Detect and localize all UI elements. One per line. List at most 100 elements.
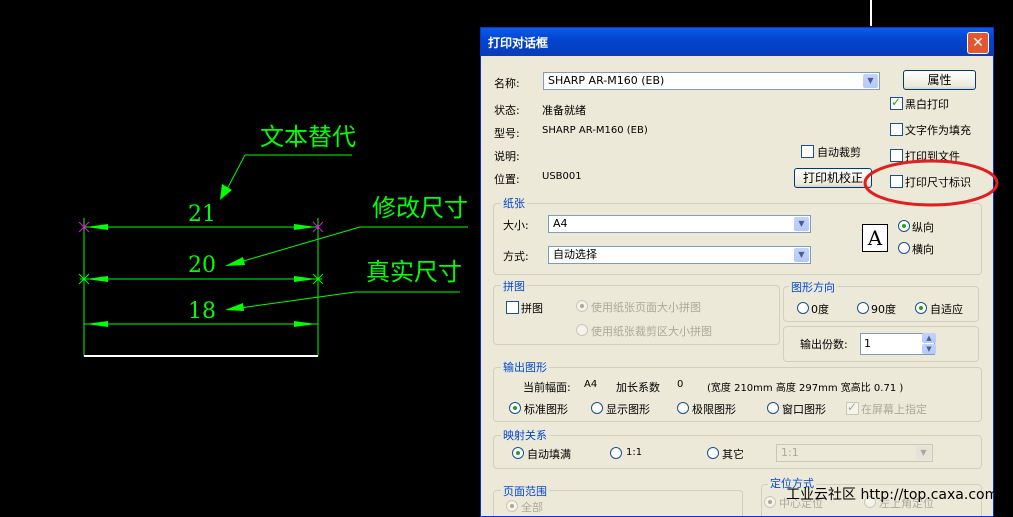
- paper-group-title: 纸张: [501, 195, 527, 211]
- leader-text-replace-arrow: [220, 184, 232, 200]
- on-screen-label: 在屏幕上指定: [861, 403, 927, 416]
- location-label: 位置:: [494, 173, 520, 186]
- standard-graphic-radio[interactable]: [509, 402, 521, 414]
- limit-graphic-radio[interactable]: [677, 402, 689, 414]
- black-white-checkbox[interactable]: [890, 95, 903, 110]
- on-screen-checkbox[interactable]: [846, 400, 859, 415]
- portrait-label: 纵向: [912, 221, 934, 234]
- label-modify-dim: 修改尺寸: [372, 194, 468, 222]
- landscape-radio[interactable]: [898, 242, 910, 254]
- orient-adaptive-label: 自适应: [930, 303, 963, 316]
- dialog-title: 打印对话框: [488, 36, 549, 50]
- paper-mode-label: 方式:: [503, 250, 529, 263]
- arrow-3l: [86, 321, 108, 327]
- orient-0-radio[interactable]: [797, 302, 809, 314]
- arrow-1r: [294, 224, 316, 230]
- paper-orientation-icon: A: [862, 224, 888, 252]
- auto-fill-label: 自动填满: [527, 448, 571, 461]
- arrow-1l: [86, 224, 108, 230]
- paper-mode-value: 自动选择: [553, 248, 597, 261]
- tile-group-title: 拼图: [501, 278, 527, 294]
- mapping-group-title: 映射关系: [501, 427, 549, 443]
- center-position-radio[interactable]: [764, 496, 776, 508]
- highlight-ellipse: [863, 159, 999, 207]
- close-icon[interactable]: ✕: [967, 32, 989, 54]
- landscape-label: 横向: [912, 243, 934, 256]
- orient-adaptive-radio[interactable]: [915, 302, 927, 314]
- model-label: 型号:: [494, 127, 520, 140]
- standard-graphic-label: 标准图形: [524, 403, 568, 416]
- paper-mode-select[interactable]: 自动选择 ▼: [548, 246, 811, 264]
- status-label: 状态:: [494, 104, 520, 117]
- location-value: USB001: [542, 171, 582, 182]
- properties-button[interactable]: 属性: [903, 70, 976, 90]
- orient-90-radio[interactable]: [857, 302, 869, 314]
- extend-factor-label: 加长系数: [616, 381, 660, 394]
- window-graphic-radio[interactable]: [767, 402, 779, 414]
- range-all-label: 全部: [521, 501, 543, 514]
- paper-detail-text: (宽度 210mm 高度 297mm 宽高比 0.71 ): [707, 383, 904, 394]
- other-scale-radio[interactable]: [707, 447, 719, 459]
- chevron-down-icon[interactable]: ▼: [794, 217, 809, 231]
- status-value: 准备就绪: [542, 104, 586, 117]
- printer-name-select[interactable]: SHARP AR-M160 (EB) ▼: [543, 72, 880, 90]
- auto-crop-checkbox[interactable]: [801, 145, 814, 158]
- orientation-group-title: 图形方向: [789, 279, 837, 295]
- current-size-label: 当前幅面:: [523, 381, 571, 394]
- watermark-text: 工业云社区 http://top.caxa.com/: [786, 487, 1003, 503]
- spin-up-icon[interactable]: ▲: [922, 333, 936, 343]
- dialog-titlebar[interactable]: 打印对话框 ✕: [481, 28, 993, 56]
- paper-size-select[interactable]: A4 ▼: [548, 215, 811, 233]
- extend-factor-value: 0: [677, 379, 684, 390]
- range-all-radio[interactable]: [506, 500, 518, 512]
- tile-page-size-label: 使用纸张页面大小拼图: [591, 301, 701, 314]
- label-text-replace: 文本替代: [260, 123, 356, 151]
- text-as-fill-checkbox[interactable]: [890, 123, 903, 136]
- dim-text-18: 18: [188, 299, 216, 324]
- page-range-group-title: 页面范围: [501, 483, 549, 499]
- current-size-value: A4: [584, 379, 598, 390]
- auto-fill-radio[interactable]: [512, 447, 524, 459]
- chevron-down-icon[interactable]: ▼: [916, 446, 931, 460]
- auto-crop-label: 自动裁剪: [817, 146, 861, 159]
- portrait-radio[interactable]: [898, 220, 910, 232]
- tile-checkbox-label: 拼图: [521, 302, 543, 315]
- leader-real: [239, 291, 356, 309]
- arrow-2l: [86, 276, 108, 282]
- chevron-down-icon[interactable]: ▼: [794, 248, 809, 262]
- paper-size-label: 大小:: [503, 219, 529, 232]
- limit-graphic-label: 极限图形: [692, 403, 736, 416]
- copies-label: 输出份数:: [800, 338, 848, 351]
- print-dialog: 打印对话框 ✕ 名称: SHARP AR-M160 (EB) ▼ 属性 状态: …: [480, 27, 994, 517]
- dim-text-21: 21: [188, 202, 216, 227]
- leader-text-replace: [224, 154, 246, 194]
- chevron-down-icon[interactable]: ▼: [863, 74, 878, 88]
- leader-real-arrow: [225, 303, 244, 311]
- text-as-fill-label: 文字作为填充: [905, 124, 971, 137]
- tile-checkbox[interactable]: [506, 301, 519, 314]
- model-value: SHARP AR-M160 (EB): [542, 125, 648, 136]
- leader-modify: [239, 226, 361, 263]
- display-graphic-radio[interactable]: [591, 402, 603, 414]
- orient-0-label: 0度: [811, 303, 829, 316]
- tile-crop-area-label: 使用纸张裁剪区大小拼图: [591, 325, 712, 338]
- output-group-title: 输出图形: [501, 359, 549, 375]
- description-label: 说明:: [494, 150, 520, 163]
- orient-90-label: 90度: [871, 303, 896, 316]
- one-to-one-label: 1:1: [626, 447, 643, 458]
- spin-down-icon[interactable]: ▼: [922, 344, 936, 354]
- arrow-3r: [294, 321, 316, 327]
- window-graphic-label: 窗口图形: [782, 403, 826, 416]
- one-to-one-radio[interactable]: [610, 447, 622, 459]
- scale-value: 1:1: [781, 446, 799, 459]
- display-graphic-label: 显示图形: [606, 403, 650, 416]
- tile-crop-area-radio[interactable]: [576, 324, 588, 336]
- black-white-label: 黑白打印: [905, 98, 949, 111]
- arrow-2r: [294, 276, 316, 282]
- tile-page-size-radio[interactable]: [576, 300, 588, 312]
- printer-name-value: SHARP AR-M160 (EB): [548, 74, 665, 87]
- label-real-dim: 真实尺寸: [366, 258, 462, 286]
- dim-text-20: 20: [188, 253, 216, 278]
- scale-select[interactable]: 1:1 ▼: [776, 444, 933, 462]
- paper-size-value: A4: [553, 217, 568, 230]
